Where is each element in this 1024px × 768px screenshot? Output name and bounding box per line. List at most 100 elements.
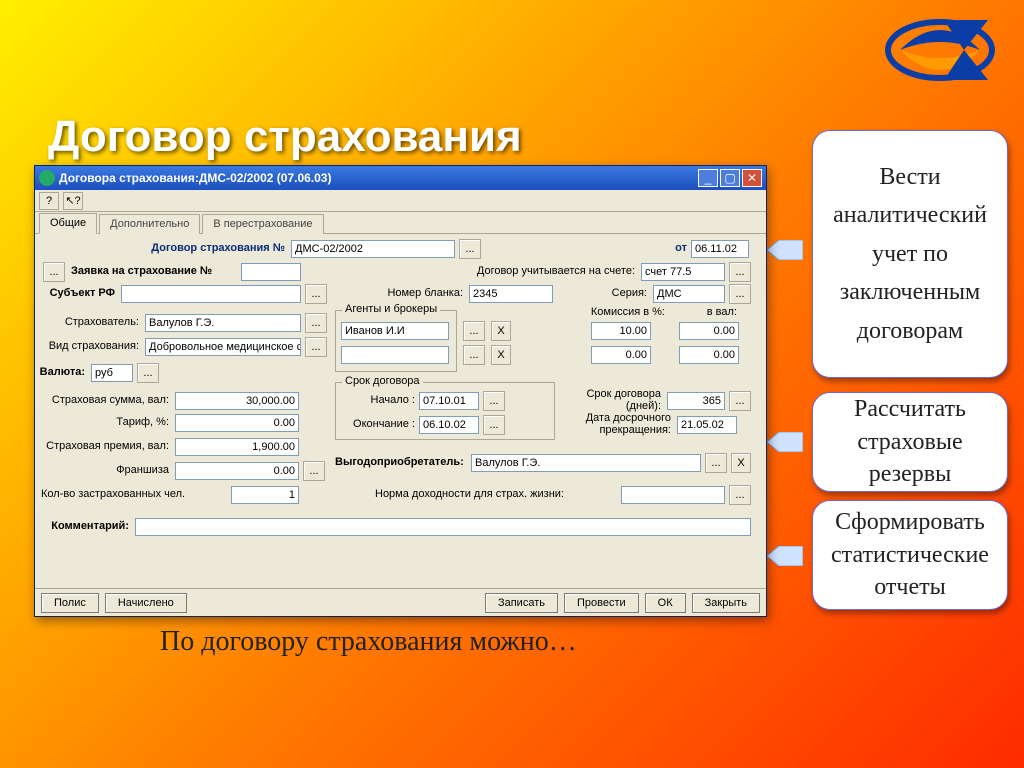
agent1-clear[interactable]: X	[491, 321, 511, 341]
premium-input[interactable]: 1,900.00	[175, 438, 299, 456]
legend-agents: Агенты и брокеры	[342, 303, 440, 315]
pointer-help-button[interactable]: ↖?	[63, 192, 83, 210]
label-commission-val: в вал:	[687, 306, 737, 318]
label-commission-pct: Комиссия в %:	[575, 306, 665, 318]
legend-term: Срок договора	[342, 375, 423, 387]
agent1-input[interactable]: Иванов И.И	[341, 322, 449, 340]
label-blank-no: Номер бланка:	[373, 287, 463, 299]
callout-stats: Сформировать статистические отчеты	[812, 500, 1008, 610]
tab-bar: Общие Дополнительно В перестрахование	[35, 212, 766, 234]
arrow-icon	[767, 240, 803, 260]
label-date-from: от	[667, 242, 687, 254]
minimize-button[interactable]: _	[698, 169, 718, 187]
contract-date-input[interactable]: 06.11.02	[691, 240, 749, 258]
label-account: Договор учитывается на счете:	[435, 265, 635, 277]
write-button[interactable]: Записать	[485, 593, 558, 613]
label-subject-rf: Субъект РФ	[35, 287, 115, 299]
agent2-input[interactable]	[341, 346, 449, 364]
close-button[interactable]: ✕	[742, 169, 762, 187]
beneficiary-picker[interactable]: ...	[705, 453, 727, 473]
help-button[interactable]: ?	[39, 192, 59, 210]
callout-reserves: Рассчитать страховые резервы	[812, 392, 1008, 492]
ok-button[interactable]: ОК	[645, 593, 686, 613]
maximize-button[interactable]: ▢	[720, 169, 740, 187]
tab-additional[interactable]: Дополнительно	[99, 214, 200, 234]
account-input[interactable]: счет 77.5	[641, 263, 725, 281]
window-title: Договора страхования:ДМС-02/2002 (07.06.…	[59, 171, 694, 185]
comm-pct2-input[interactable]: 0.00	[591, 346, 651, 364]
subject-rf-input[interactable]	[121, 285, 301, 303]
insurer-input[interactable]: Валулов Г.Э.	[145, 314, 301, 332]
insurer-picker[interactable]: ...	[305, 313, 327, 333]
franchise-input[interactable]: 0.00	[175, 462, 299, 480]
instype-input[interactable]: Добровольное медицинское ст	[145, 338, 301, 356]
account-picker[interactable]: ...	[729, 262, 751, 282]
currency-picker[interactable]: ...	[137, 363, 159, 383]
label-end: Окончание :	[341, 418, 415, 430]
term-days-input[interactable]: 365	[667, 392, 725, 410]
beneficiary-clear[interactable]: X	[731, 453, 751, 473]
start-picker[interactable]: ...	[483, 391, 505, 411]
agent2-clear[interactable]: X	[491, 345, 511, 365]
ins-sum-input[interactable]: 30,000.00	[175, 392, 299, 410]
window: Договора страхования:ДМС-02/2002 (07.06.…	[34, 165, 767, 617]
contract-no-picker[interactable]: ...	[459, 239, 481, 259]
persons-input[interactable]: 1	[231, 486, 299, 504]
comm-val1-input[interactable]: 0.00	[679, 322, 739, 340]
label-insurer: Страхователь:	[35, 316, 139, 328]
label-profit-norm: Норма доходности для страх. жизни:	[375, 488, 615, 500]
franchise-picker[interactable]: ...	[303, 461, 325, 481]
label-premium: Страховая премия, вал:	[35, 440, 169, 452]
early-end-input[interactable]: 21.05.02	[677, 416, 737, 434]
blank-no-input[interactable]: 2345	[469, 285, 553, 303]
request-no-input[interactable]	[241, 263, 301, 281]
instype-picker[interactable]: ...	[305, 337, 327, 357]
label-series: Серия:	[601, 287, 647, 299]
form-canvas: Договор страхования № ДМС-02/2002 ... от…	[35, 234, 766, 586]
app-icon	[39, 170, 55, 186]
term-days-picker[interactable]: ...	[729, 391, 751, 411]
close-form-button[interactable]: Закрыть	[692, 593, 760, 613]
label-persons: Кол-во застрахованных чел.	[35, 488, 195, 500]
label-request-no: Заявка на страхование №	[71, 265, 241, 277]
end-picker[interactable]: ...	[483, 415, 505, 435]
subject-rf-picker[interactable]: ...	[305, 284, 327, 304]
label-early-end: Дата досрочного прекращения:	[561, 412, 671, 436]
label-contract-no: Договор страхования №	[115, 242, 285, 254]
label-ins-sum: Страховая сумма, вал:	[35, 394, 169, 406]
comm-pct1-input[interactable]: 10.00	[591, 322, 651, 340]
label-tariff: Тариф, %:	[35, 416, 169, 428]
tab-general[interactable]: Общие	[39, 213, 97, 234]
brand-logo	[880, 10, 1000, 90]
series-picker[interactable]: ...	[729, 284, 751, 304]
mini-toolbar: ? ↖?	[35, 190, 766, 212]
agent2-picker[interactable]: ...	[463, 345, 485, 365]
currency-input[interactable]: руб	[91, 364, 133, 382]
label-comment: Комментарий:	[35, 520, 129, 532]
slide-caption: По договору страхования можно…	[160, 626, 577, 658]
request-picker[interactable]: ...	[43, 262, 65, 282]
beneficiary-input[interactable]: Валулов Г.Э.	[471, 454, 701, 472]
comment-input[interactable]	[135, 518, 751, 536]
tariff-input[interactable]: 0.00	[175, 414, 299, 432]
accrued-button[interactable]: Начислено	[105, 593, 187, 613]
profit-norm-picker[interactable]: ...	[729, 485, 751, 505]
polis-button[interactable]: Полис	[41, 593, 99, 613]
comm-val2-input[interactable]: 0.00	[679, 346, 739, 364]
end-input[interactable]: 06.10.02	[419, 416, 479, 434]
arrow-icon	[767, 432, 803, 452]
label-start: Начало :	[341, 394, 415, 406]
bottom-bar: Полис Начислено Записать Провести ОК Зак…	[35, 588, 766, 616]
callout-analytics: Вести аналитический учет по заключенным …	[812, 130, 1008, 378]
agent1-picker[interactable]: ...	[463, 321, 485, 341]
start-input[interactable]: 07.10.01	[419, 392, 479, 410]
post-button[interactable]: Провести	[564, 593, 639, 613]
contract-no-input[interactable]: ДМС-02/2002	[291, 240, 455, 258]
arrow-icon	[767, 546, 803, 566]
titlebar[interactable]: Договора страхования:ДМС-02/2002 (07.06.…	[35, 166, 766, 190]
slide-title: Договор страхования	[48, 112, 522, 162]
label-currency: Валюта:	[35, 366, 85, 378]
series-input[interactable]: ДМС	[653, 285, 725, 303]
tab-reinsurance[interactable]: В перестрахование	[202, 214, 323, 234]
profit-norm-input[interactable]	[621, 486, 725, 504]
